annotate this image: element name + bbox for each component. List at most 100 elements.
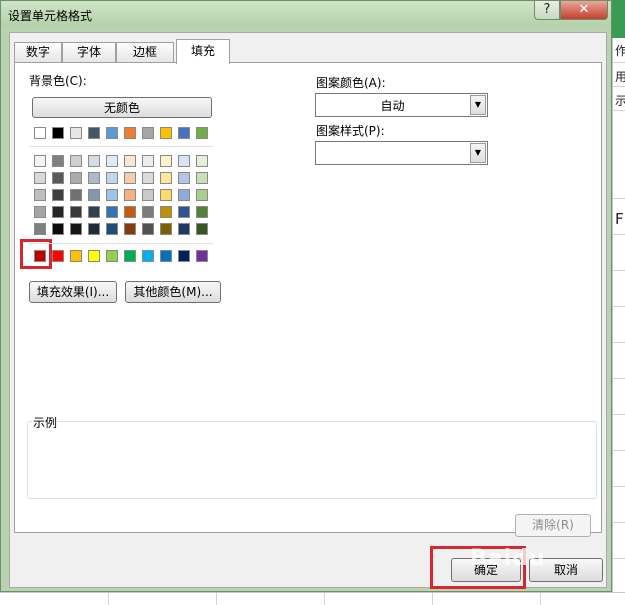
background-color-label: 背景色(C):: [29, 74, 87, 88]
shade-color-swatch[interactable]: [160, 189, 172, 201]
close-button[interactable]: ✕: [560, 1, 608, 20]
shade-color-swatch[interactable]: [196, 172, 208, 184]
tab-font[interactable]: 字体: [62, 42, 116, 63]
shade-color-swatch[interactable]: [70, 172, 82, 184]
excel-sheet-bottom: [0, 592, 625, 605]
watermark-text: Baidu: [470, 546, 546, 571]
chevron-down-icon: ▼: [470, 143, 486, 163]
format-cells-dialog: 设置单元格格式 ? ✕ 数字 字体 边框 填充 背景色(C): 无颜色 填充效果…: [0, 0, 612, 592]
shade-color-swatch[interactable]: [34, 155, 46, 167]
tab-border[interactable]: 边框: [116, 42, 174, 63]
shade-color-swatch[interactable]: [34, 223, 46, 235]
standard-color-swatch[interactable]: [52, 250, 64, 262]
sheet-text: F: [615, 210, 624, 228]
shade-color-swatch[interactable]: [124, 172, 136, 184]
shade-color-swatch[interactable]: [52, 189, 64, 201]
pattern-color-value: 自动: [380, 99, 405, 113]
shade-color-swatch[interactable]: [124, 155, 136, 167]
shade-color-swatch[interactable]: [88, 155, 100, 167]
sheet-text: 用: [615, 70, 625, 84]
shade-color-swatch[interactable]: [70, 223, 82, 235]
more-colors-button[interactable]: 其他颜色(M)...: [125, 281, 221, 303]
theme-color-swatch[interactable]: [52, 127, 64, 139]
shade-color-swatch[interactable]: [88, 223, 100, 235]
shade-color-swatch[interactable]: [70, 189, 82, 201]
shade-color-swatch[interactable]: [196, 223, 208, 235]
chevron-down-icon: ▼: [470, 95, 486, 115]
shade-color-swatch[interactable]: [106, 189, 118, 201]
shade-color-swatch[interactable]: [34, 189, 46, 201]
shade-color-swatch[interactable]: [88, 172, 100, 184]
clear-button[interactable]: 清除(R): [515, 514, 591, 537]
shade-color-swatch[interactable]: [124, 223, 136, 235]
shade-color-swatch[interactable]: [34, 206, 46, 218]
shade-color-swatch[interactable]: [52, 155, 64, 167]
dialog-titlebar: 设置单元格格式 ? ✕: [1, 1, 611, 27]
pattern-style-select[interactable]: ▼: [315, 141, 488, 165]
shade-color-swatch[interactable]: [160, 155, 172, 167]
shade-color-swatch[interactable]: [34, 172, 46, 184]
theme-color-swatch[interactable]: [196, 127, 208, 139]
shade-color-swatch[interactable]: [70, 155, 82, 167]
shade-color-swatch[interactable]: [142, 172, 154, 184]
shade-color-swatch[interactable]: [196, 206, 208, 218]
shade-color-swatch[interactable]: [88, 189, 100, 201]
tab-number[interactable]: 数字: [14, 42, 62, 63]
standard-color-swatch[interactable]: [178, 250, 190, 262]
standard-color-swatch[interactable]: [88, 250, 100, 262]
shade-color-swatch[interactable]: [178, 206, 190, 218]
theme-color-swatch[interactable]: [88, 127, 100, 139]
shade-color-swatch[interactable]: [106, 206, 118, 218]
shade-color-swatch[interactable]: [106, 223, 118, 235]
standard-color-swatch[interactable]: [124, 250, 136, 262]
shade-color-swatch[interactable]: [196, 155, 208, 167]
sample-group: 示例: [27, 414, 597, 499]
pattern-color-label: 图案颜色(A):: [316, 76, 386, 90]
shade-color-swatch[interactable]: [142, 189, 154, 201]
standard-color-swatch[interactable]: [160, 250, 172, 262]
shade-color-swatch[interactable]: [124, 189, 136, 201]
shade-color-swatch[interactable]: [70, 206, 82, 218]
fill-effects-button[interactable]: 填充效果(I)...: [29, 281, 117, 303]
theme-color-swatch[interactable]: [34, 127, 46, 139]
shade-color-swatch[interactable]: [142, 206, 154, 218]
shade-color-swatch[interactable]: [160, 223, 172, 235]
excel-sheet-edge: 作 用 示 F: [612, 38, 625, 605]
help-button[interactable]: ?: [534, 1, 560, 20]
theme-color-swatch[interactable]: [70, 127, 82, 139]
standard-color-swatch[interactable]: [196, 250, 208, 262]
standard-color-swatch[interactable]: [34, 250, 46, 262]
shade-color-swatch[interactable]: [160, 172, 172, 184]
shade-color-swatch[interactable]: [160, 206, 172, 218]
standard-color-swatch[interactable]: [106, 250, 118, 262]
shade-color-swatch[interactable]: [178, 155, 190, 167]
shade-color-swatch[interactable]: [52, 172, 64, 184]
shade-color-swatch[interactable]: [142, 223, 154, 235]
pattern-color-select[interactable]: 自动 ▼: [315, 93, 488, 117]
theme-color-swatch[interactable]: [106, 127, 118, 139]
dialog-title: 设置单元格格式: [8, 9, 93, 23]
shade-color-swatch[interactable]: [52, 206, 64, 218]
shade-color-swatch[interactable]: [106, 155, 118, 167]
theme-color-swatch[interactable]: [178, 127, 190, 139]
no-color-button[interactable]: 无颜色: [32, 97, 212, 118]
shade-color-swatch[interactable]: [178, 189, 190, 201]
theme-color-swatch[interactable]: [124, 127, 136, 139]
standard-color-swatch[interactable]: [70, 250, 82, 262]
fill-panel: 背景色(C): 无颜色 填充效果(I)... 其他颜色(M)... 图案颜色(A…: [14, 62, 602, 537]
shade-color-swatch[interactable]: [178, 172, 190, 184]
shade-color-swatch[interactable]: [106, 172, 118, 184]
theme-color-swatch[interactable]: [160, 127, 172, 139]
close-icon: ✕: [578, 2, 590, 17]
standard-color-swatch[interactable]: [142, 250, 154, 262]
theme-color-swatch[interactable]: [142, 127, 154, 139]
shade-color-swatch[interactable]: [88, 206, 100, 218]
shade-color-swatch[interactable]: [196, 189, 208, 201]
sheet-text: 作: [615, 44, 625, 58]
shade-color-swatch[interactable]: [52, 223, 64, 235]
shade-color-swatch[interactable]: [124, 206, 136, 218]
palette-divider: [29, 146, 213, 147]
shade-color-swatch[interactable]: [178, 223, 190, 235]
tab-fill[interactable]: 填充: [176, 39, 230, 64]
shade-color-swatch[interactable]: [142, 155, 154, 167]
